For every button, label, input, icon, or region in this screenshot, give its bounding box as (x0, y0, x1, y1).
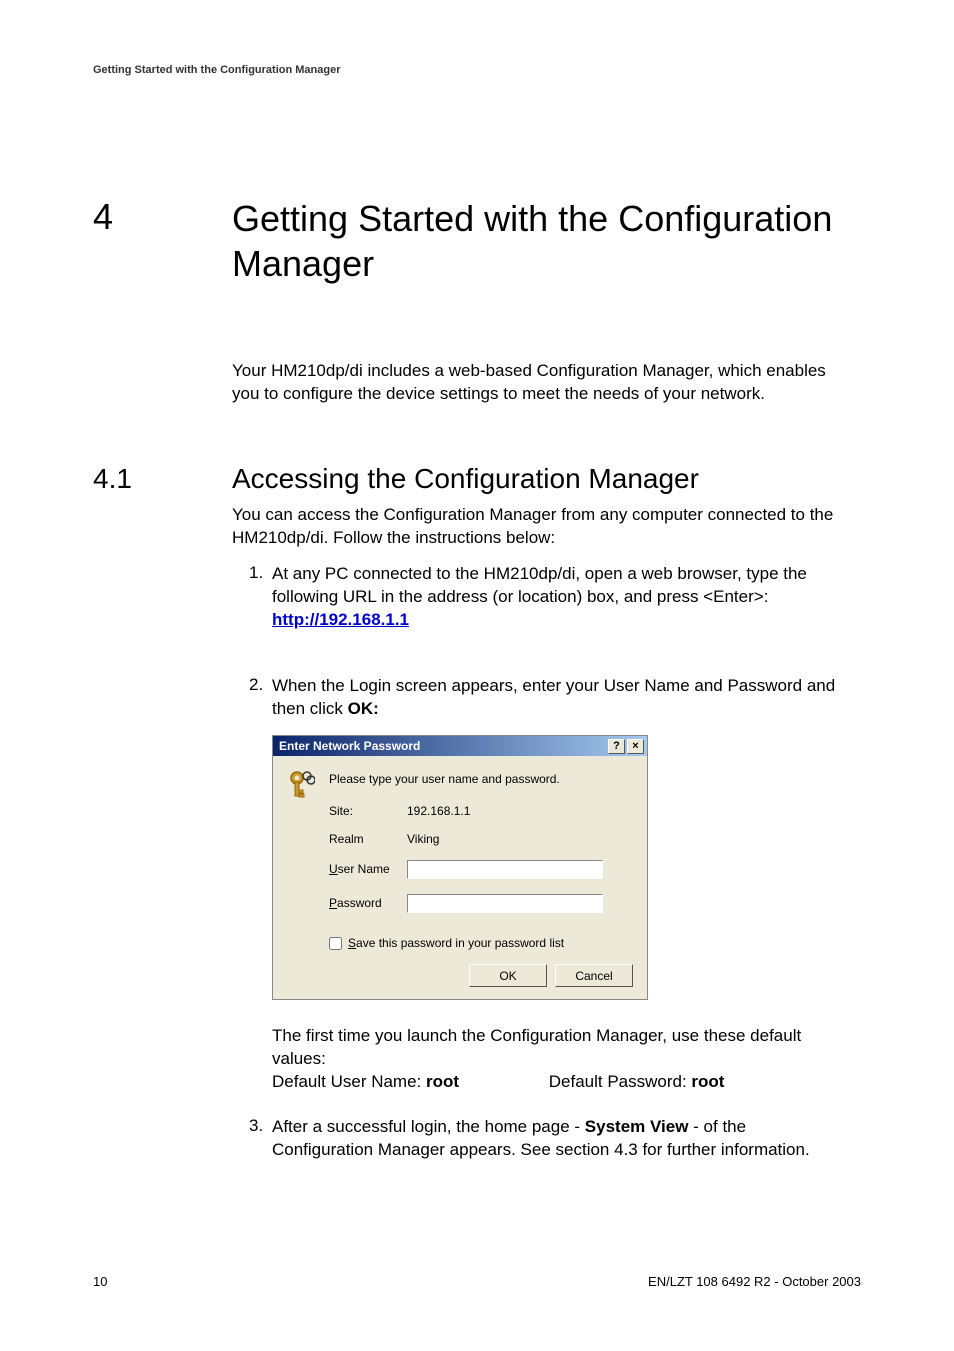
default-user-wrap: Default User Name: root (272, 1071, 544, 1094)
username-rest: ser Name (338, 862, 390, 876)
dialog-prompt: Please type your user name and password. (329, 772, 560, 786)
login-dialog: Enter Network Password ? × Please type y… (272, 735, 648, 1000)
default-user-value: root (426, 1072, 459, 1091)
save-password-row: Save this password in your password list (329, 936, 564, 950)
dialog-titlebar: Enter Network Password ? × (273, 736, 647, 756)
save-password-checkbox[interactable] (329, 937, 342, 950)
site-label: Site: (329, 804, 399, 818)
page-number: 10 (93, 1274, 107, 1289)
section-title: Accessing the Configuration Manager (232, 463, 699, 495)
password-input[interactable] (407, 894, 603, 913)
step-number-1: 1. (249, 563, 263, 583)
key-icon (287, 770, 315, 802)
default-user-label: Default User Name: (272, 1072, 426, 1091)
config-url-link[interactable]: http://192.168.1.1 (272, 610, 409, 629)
step-number-2: 2. (249, 675, 263, 695)
chapter-title: Getting Started with the Configuration M… (232, 196, 842, 286)
post-dialog-line1: The first time you launch the Configurat… (272, 1026, 801, 1068)
step-3-text: After a successful login, the home page … (272, 1116, 842, 1162)
dialog-title: Enter Network Password (279, 739, 420, 753)
password-field-wrap (407, 894, 603, 913)
step-3-bold: System View (585, 1117, 689, 1136)
dialog-body: Please type your user name and password.… (273, 756, 647, 999)
save-password-label: Save this password in your password list (348, 936, 564, 950)
step-number-3: 3. (249, 1116, 263, 1136)
ok-button[interactable]: OK (469, 964, 547, 987)
intro-paragraph: Your HM210dp/di includes a web-based Con… (232, 360, 842, 406)
realm-value: Viking (407, 832, 439, 846)
help-button[interactable]: ? (608, 739, 625, 754)
step-1-text: At any PC connected to the HM210dp/di, o… (272, 563, 842, 632)
post-dialog-text: The first time you launch the Configurat… (272, 1025, 842, 1094)
section-intro: You can access the Configuration Manager… (232, 504, 842, 550)
password-label: Password (329, 896, 399, 910)
username-field-wrap (407, 860, 603, 879)
dialog-button-row: OK Cancel (469, 964, 633, 987)
close-button[interactable]: × (627, 739, 644, 754)
save-rest: ave this password in your password list (356, 936, 564, 950)
document-reference: EN/LZT 108 6492 R2 - October 2003 (648, 1274, 861, 1289)
default-pass-value: root (691, 1072, 724, 1091)
step-2-text: When the Login screen appears, enter you… (272, 675, 842, 721)
default-pass-label: Default Password: (549, 1072, 692, 1091)
save-accel: S (348, 936, 356, 950)
site-value: 192.168.1.1 (407, 804, 470, 818)
step-2-ok-bold: OK: (348, 699, 379, 718)
step-3-a: After a successful login, the home page … (272, 1117, 585, 1136)
chapter-number: 4 (93, 196, 113, 238)
username-accel: U (329, 862, 338, 876)
username-input[interactable] (407, 860, 603, 879)
username-label: User Name (329, 862, 399, 876)
realm-label: Realm (329, 832, 399, 846)
password-rest: assword (337, 896, 382, 910)
password-accel: P (329, 896, 337, 910)
running-header: Getting Started with the Configuration M… (93, 64, 341, 76)
step-1-body: At any PC connected to the HM210dp/di, o… (272, 564, 807, 606)
cancel-button[interactable]: Cancel (555, 964, 633, 987)
section-number: 4.1 (93, 463, 132, 495)
